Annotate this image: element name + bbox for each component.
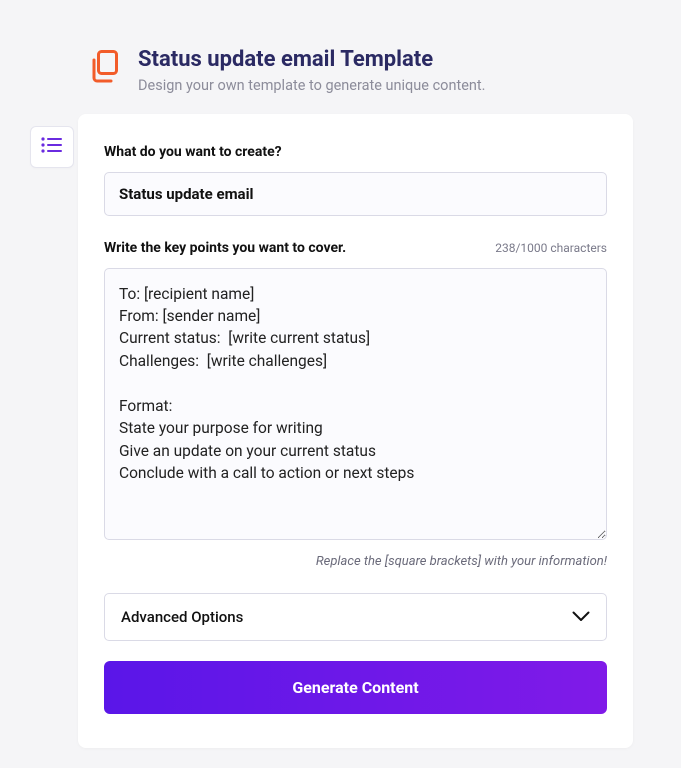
template-form-card: What do you want to create? Write the ke… — [78, 114, 633, 748]
character-counter: 238/1000 characters — [495, 241, 607, 255]
advanced-options-label: Advanced Options — [121, 608, 243, 626]
chevron-down-icon — [572, 608, 590, 626]
page-header: Status update email Template Design your… — [0, 0, 681, 114]
header-text: Status update email Template Design your… — [138, 46, 485, 94]
copy-document-icon — [90, 50, 120, 88]
helper-text: Replace the [square brackets] with your … — [104, 554, 607, 569]
keypoints-textarea[interactable] — [104, 268, 607, 540]
list-icon — [41, 137, 63, 157]
create-label: What do you want to create? — [104, 144, 607, 160]
keypoints-field-group: Write the key points you want to cover. … — [104, 240, 607, 569]
create-field-group: What do you want to create? — [104, 144, 607, 216]
keypoints-label-row: Write the key points you want to cover. … — [104, 240, 607, 256]
advanced-options-toggle[interactable]: Advanced Options — [104, 593, 607, 641]
keypoints-label: Write the key points you want to cover. — [104, 240, 346, 256]
generate-content-button[interactable]: Generate Content — [104, 661, 607, 714]
page-title: Status update email Template — [138, 46, 485, 74]
page-subtitle: Design your own template to generate uni… — [138, 77, 485, 94]
create-input[interactable] — [104, 172, 607, 216]
sidebar-toggle-button[interactable] — [30, 126, 74, 168]
